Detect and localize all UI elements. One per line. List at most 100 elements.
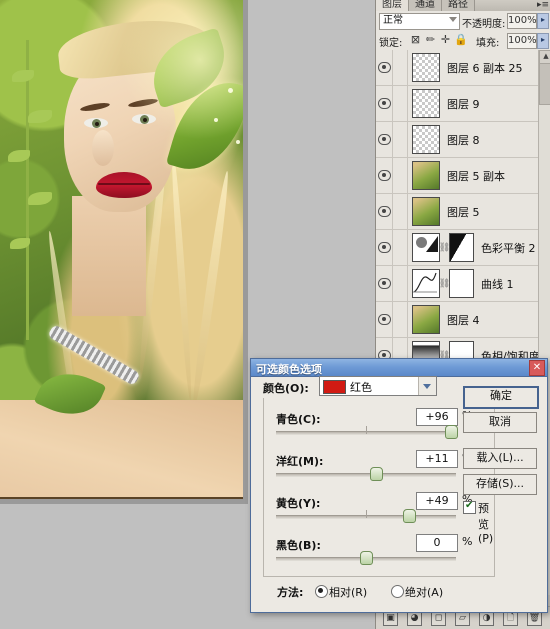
blend-mode-select[interactable]: 正常 bbox=[379, 13, 460, 30]
layer-thumbnail[interactable] bbox=[412, 161, 440, 190]
image-canvas[interactable] bbox=[0, 0, 244, 499]
layer-thumbnail[interactable] bbox=[412, 197, 440, 226]
eye-icon bbox=[377, 134, 391, 145]
slider-magenta[interactable]: 洋红(M): +11 % bbox=[264, 450, 494, 488]
close-icon[interactable]: ✕ bbox=[529, 360, 545, 376]
sparkle bbox=[214, 118, 218, 122]
lock-image-icon[interactable]: ✏ bbox=[424, 33, 437, 46]
opacity-stepper[interactable]: ▸ bbox=[537, 13, 549, 29]
layer-row-0[interactable]: 图层 6 副本 25 bbox=[376, 50, 550, 86]
link-column[interactable] bbox=[393, 302, 408, 337]
panel-menu-icon[interactable]: ▸≡ bbox=[537, 0, 549, 10]
dialog-title: 可选颜色选项 bbox=[256, 363, 322, 376]
fill-value[interactable]: 100% bbox=[507, 33, 537, 49]
visibility-toggle[interactable] bbox=[376, 266, 393, 301]
magenta-track[interactable] bbox=[276, 473, 456, 477]
visibility-toggle[interactable] bbox=[376, 230, 393, 265]
blend-mode-value: 正常 bbox=[383, 15, 403, 26]
tab-paths[interactable]: 路径 bbox=[442, 0, 475, 11]
layer-row-5[interactable]: ⛓ 色彩平衡 2 bbox=[376, 230, 550, 266]
magenta-label: 洋红(M): bbox=[276, 455, 324, 468]
curve-graph-icon bbox=[413, 270, 437, 295]
magenta-value[interactable]: +11 bbox=[416, 450, 458, 468]
color-select[interactable]: 红色 bbox=[319, 376, 437, 396]
cyan-value[interactable]: +96 bbox=[416, 408, 458, 426]
layer-row-7[interactable]: 图层 4 bbox=[376, 302, 550, 338]
cancel-button[interactable]: 取消 bbox=[463, 412, 537, 433]
slider-cyan[interactable]: 青色(C): +96 % bbox=[264, 408, 494, 446]
link-column[interactable] bbox=[393, 230, 408, 265]
preview-checkbox[interactable] bbox=[463, 500, 476, 514]
cyan-knob[interactable] bbox=[445, 425, 458, 439]
layer-thumbnail[interactable] bbox=[412, 53, 440, 82]
plant-stem bbox=[26, 40, 29, 340]
document-window[interactable] bbox=[0, 0, 248, 504]
visibility-toggle[interactable] bbox=[376, 86, 393, 121]
method-label: 方法: bbox=[277, 586, 304, 599]
visibility-toggle[interactable] bbox=[376, 302, 393, 337]
tab-layers[interactable]: 图层 bbox=[376, 0, 409, 11]
visibility-toggle[interactable] bbox=[376, 50, 393, 85]
load-button[interactable]: 载入(L)... bbox=[463, 448, 537, 469]
layer-mask-thumbnail[interactable] bbox=[449, 269, 474, 298]
mask-link-icon[interactable]: ⛓ bbox=[439, 230, 450, 265]
layer-row-2[interactable]: 图层 8 bbox=[376, 122, 550, 158]
fill-label: 填充: bbox=[476, 38, 500, 49]
lock-position-icon[interactable]: ✛ bbox=[439, 33, 452, 46]
black-value[interactable]: 0 bbox=[416, 534, 458, 552]
black-knob[interactable] bbox=[360, 551, 373, 565]
adjustment-thumbnail[interactable] bbox=[412, 269, 440, 298]
link-column[interactable] bbox=[393, 122, 408, 157]
neck bbox=[72, 196, 146, 316]
yellow-knob[interactable] bbox=[403, 509, 416, 523]
yellow-value[interactable]: +49 bbox=[416, 492, 458, 510]
fill-stepper[interactable]: ▸ bbox=[537, 33, 549, 49]
layer-row-3[interactable]: 图层 5 副本 bbox=[376, 158, 550, 194]
opacity-value[interactable]: 100% bbox=[507, 13, 537, 29]
tab-channels[interactable]: 通道 bbox=[409, 0, 442, 11]
photo-content bbox=[0, 0, 243, 497]
link-column[interactable] bbox=[393, 86, 408, 121]
method-row[interactable]: 方法: 相对(R) 绝对(A) bbox=[263, 582, 493, 600]
preview-label: 预览(P) bbox=[478, 502, 494, 545]
adjustment-thumbnail[interactable] bbox=[412, 233, 440, 262]
slider-black[interactable]: 黑色(B): 0 % bbox=[264, 534, 494, 572]
radio-relative[interactable] bbox=[315, 585, 328, 598]
black-label: 黑色(B): bbox=[276, 539, 321, 552]
lock-row[interactable]: 锁定: ⊠ ✏ ✛ 🔒 填充: 100% ▸ bbox=[376, 30, 550, 51]
radio-absolute[interactable] bbox=[391, 585, 404, 598]
layer-row-1[interactable]: 图层 9 bbox=[376, 86, 550, 122]
slider-yellow[interactable]: 黄色(Y): +49 % bbox=[264, 492, 494, 530]
visibility-toggle[interactable] bbox=[376, 194, 393, 229]
visibility-toggle[interactable] bbox=[376, 122, 393, 157]
magenta-knob[interactable] bbox=[370, 467, 383, 481]
scroll-up-button[interactable]: ▲ bbox=[539, 50, 550, 64]
dialog-title-bar[interactable]: 可选颜色选项 ✕ bbox=[251, 359, 547, 377]
visibility-toggle[interactable] bbox=[376, 158, 393, 193]
yellow-label: 黄色(Y): bbox=[276, 497, 321, 510]
layer-row-6[interactable]: ⛓ 曲线 1 bbox=[376, 266, 550, 302]
layer-row-4[interactable]: 图层 5 bbox=[376, 194, 550, 230]
lock-label: 锁定: bbox=[379, 38, 403, 49]
link-column[interactable] bbox=[393, 50, 408, 85]
color-label: 颜色(O): bbox=[263, 382, 309, 395]
lips bbox=[96, 172, 152, 198]
layer-thumbnail[interactable] bbox=[412, 125, 440, 154]
ok-button[interactable]: 确定 bbox=[463, 386, 539, 409]
layer-thumbnail[interactable] bbox=[412, 305, 440, 334]
lock-transparent-icon[interactable]: ⊠ bbox=[409, 33, 422, 46]
mask-link-icon[interactable]: ⛓ bbox=[439, 266, 450, 301]
eye-icon bbox=[377, 170, 391, 181]
link-column[interactable] bbox=[393, 158, 408, 193]
eye-icon bbox=[377, 98, 391, 109]
lock-all-icon[interactable]: 🔒 bbox=[454, 33, 468, 46]
layer-thumbnail[interactable] bbox=[412, 89, 440, 118]
layer-mask-thumbnail[interactable] bbox=[449, 233, 474, 262]
save-button[interactable]: 存储(S)... bbox=[463, 474, 537, 495]
scrollbar-thumb[interactable] bbox=[539, 63, 550, 105]
link-column[interactable] bbox=[393, 194, 408, 229]
blend-mode-row[interactable]: 正常 不透明度: 100% ▸ bbox=[376, 11, 550, 31]
chevron-down-icon[interactable] bbox=[418, 377, 436, 395]
selective-color-dialog[interactable]: 可选颜色选项 ✕ 颜色(O): 红色 青色(C): +96 % 洋红(M): +… bbox=[250, 358, 548, 613]
link-column[interactable] bbox=[393, 266, 408, 301]
